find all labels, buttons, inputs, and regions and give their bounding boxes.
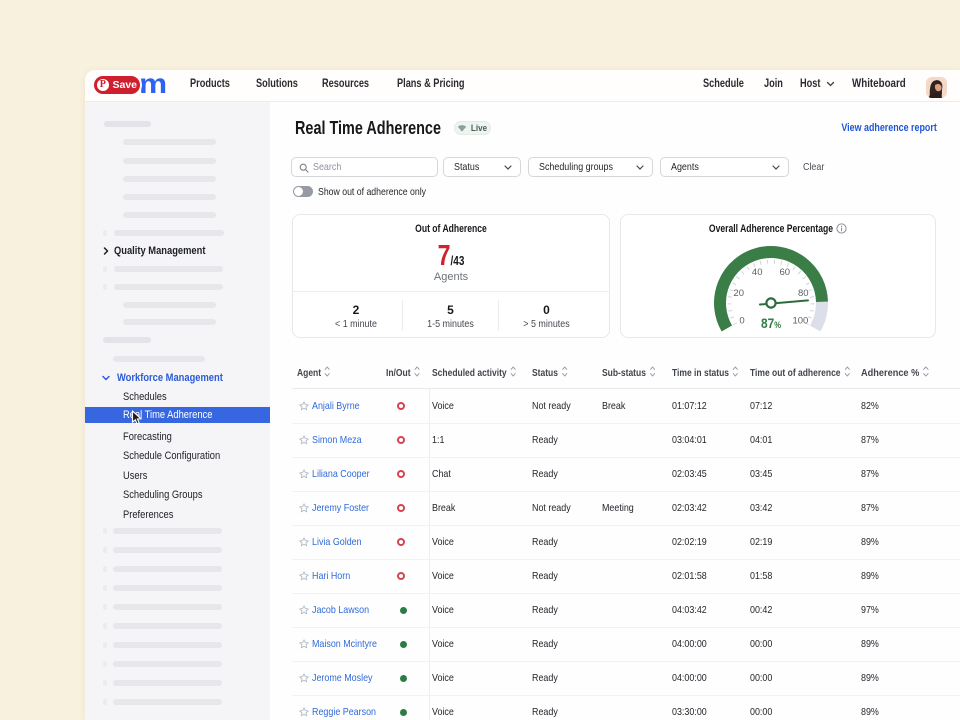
svg-text:20: 20	[733, 288, 744, 299]
svg-text:0: 0	[739, 316, 744, 327]
svg-text:60: 60	[780, 267, 791, 278]
svg-text:40: 40	[752, 267, 763, 278]
svg-text:80: 80	[798, 288, 809, 299]
